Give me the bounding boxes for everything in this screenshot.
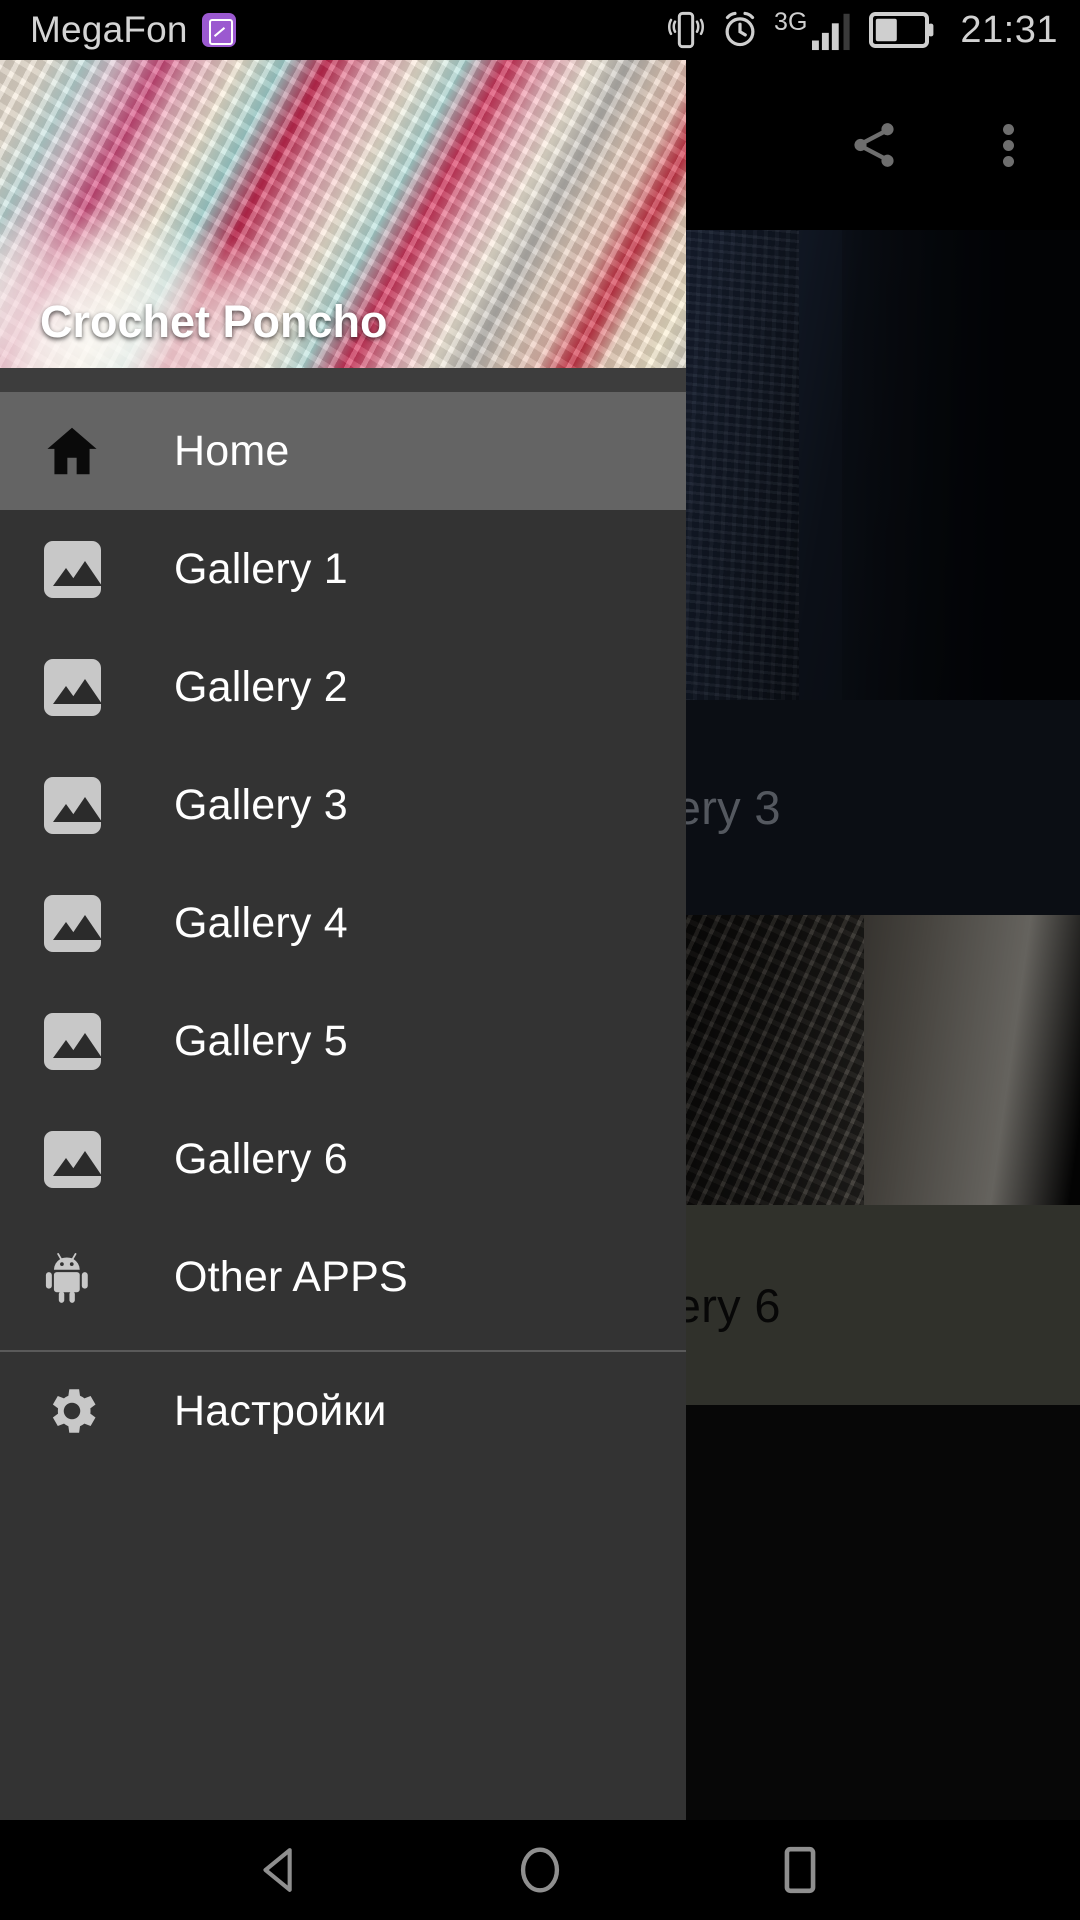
navigation-drawer: Crochet Poncho Home Gallery 1 Gallery 2 … — [0, 60, 686, 1860]
back-triangle-icon — [263, 1848, 292, 1892]
image-icon — [36, 540, 108, 598]
sidebar-item-label: Gallery 1 — [174, 544, 348, 593]
sidebar-item-label: Gallery 3 — [174, 780, 348, 829]
sidebar-item-home[interactable]: Home — [0, 392, 686, 510]
home-circle-icon — [520, 1847, 560, 1893]
sidebar-item-label: Gallery 6 — [174, 1134, 348, 1183]
drawer-header-title: Crochet Poncho — [40, 296, 388, 347]
android-icon — [36, 1246, 108, 1308]
sidebar-item-gallery-2[interactable]: Gallery 2 — [0, 628, 686, 746]
sidebar-item-label: Home — [174, 426, 290, 475]
sidebar-item-label: Gallery 4 — [174, 898, 348, 947]
network-indicator: 3G — [774, 9, 856, 51]
sidebar-item-gallery-1[interactable]: Gallery 1 — [0, 510, 686, 628]
recents-square-icon — [784, 1846, 816, 1894]
sidebar-item-label: Настройки — [174, 1386, 387, 1435]
gear-icon — [36, 1380, 108, 1442]
sidebar-item-label: Other APPS — [174, 1252, 408, 1301]
vibrate-icon — [668, 11, 705, 49]
recents-button[interactable] — [755, 1825, 845, 1915]
image-icon — [36, 1012, 108, 1070]
sidebar-item-label: Gallery 2 — [174, 662, 348, 711]
status-clock: 21:31 — [960, 8, 1058, 51]
drawer-header: Crochet Poncho — [0, 60, 686, 392]
sidebar-item-settings[interactable]: Настройки — [0, 1352, 686, 1470]
system-nav-bar — [0, 1820, 1080, 1920]
signal-bars-icon — [812, 13, 851, 51]
status-bar: MegaFon 3G 21:31 — [0, 0, 1080, 60]
sidebar-item-label: Gallery 5 — [174, 1016, 348, 1065]
sidebar-item-gallery-4[interactable]: Gallery 4 — [0, 864, 686, 982]
network-type-label: 3G — [774, 8, 808, 36]
battery-icon — [869, 12, 934, 48]
phone-screen: Gallery 3 Gallery 6 Crochet Poncho Home — [0, 0, 1080, 1920]
image-icon — [36, 1130, 108, 1188]
carrier-name: MegaFon — [30, 9, 188, 50]
sidebar-item-gallery-5[interactable]: Gallery 5 — [0, 982, 686, 1100]
home-button[interactable] — [495, 1825, 585, 1915]
drawer-menu-list: Home Gallery 1 Gallery 2 Gallery 3 Galle… — [0, 392, 686, 1470]
alarm-clock-icon — [725, 11, 755, 47]
sidebar-item-gallery-6[interactable]: Gallery 6 — [0, 1100, 686, 1218]
back-button[interactable] — [235, 1825, 325, 1915]
image-icon — [36, 894, 108, 952]
sim-card-icon — [201, 13, 236, 47]
status-icons: 3G 21:31 — [666, 8, 1058, 52]
sidebar-item-other-apps[interactable]: Other APPS — [0, 1218, 686, 1336]
home-icon — [36, 420, 108, 482]
image-icon — [36, 776, 108, 834]
sidebar-item-gallery-3[interactable]: Gallery 3 — [0, 746, 686, 864]
drawer-header-shade — [0, 368, 686, 392]
image-icon — [36, 658, 108, 716]
